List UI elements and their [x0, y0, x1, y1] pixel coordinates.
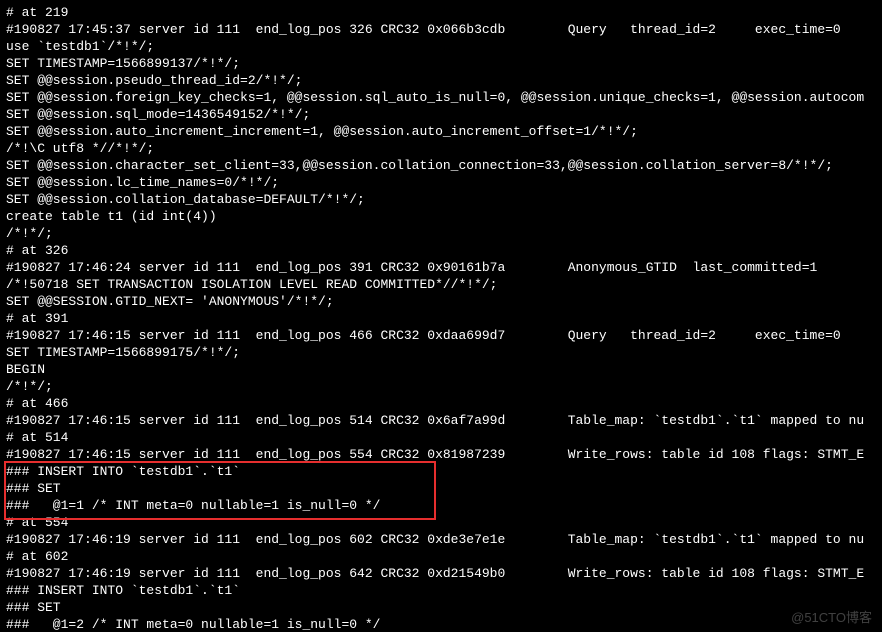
- terminal-line: #190827 17:46:15 server id 111 end_log_p…: [6, 327, 876, 344]
- terminal-line: SET TIMESTAMP=1566899137/*!*/;: [6, 55, 876, 72]
- terminal-line: /*!*/;: [6, 225, 876, 242]
- terminal-line: create table t1 (id int(4)): [6, 208, 876, 225]
- terminal-line: # at 326: [6, 242, 876, 259]
- terminal-line: #190827 17:45:37 server id 111 end_log_p…: [6, 21, 876, 38]
- terminal-line: SET @@session.auto_increment_increment=1…: [6, 123, 876, 140]
- terminal-output: # at 219#190827 17:45:37 server id 111 e…: [0, 0, 882, 632]
- terminal-line: # at 602: [6, 548, 876, 565]
- terminal-line: BEGIN: [6, 361, 876, 378]
- terminal-line: # at 219: [6, 4, 876, 21]
- terminal-line: # at 514: [6, 429, 876, 446]
- terminal-line: #190827 17:46:15 server id 111 end_log_p…: [6, 446, 876, 463]
- terminal-line: # at 466: [6, 395, 876, 412]
- terminal-line: SET @@session.pseudo_thread_id=2/*!*/;: [6, 72, 876, 89]
- terminal-line: /*!*/;: [6, 378, 876, 395]
- terminal-line: #190827 17:46:19 server id 111 end_log_p…: [6, 565, 876, 582]
- terminal-line: SET @@session.lc_time_names=0/*!*/;: [6, 174, 876, 191]
- terminal-line: SET TIMESTAMP=1566899175/*!*/;: [6, 344, 876, 361]
- terminal-line: SET @@SESSION.GTID_NEXT= 'ANONYMOUS'/*!*…: [6, 293, 876, 310]
- terminal-line: ### @1=2 /* INT meta=0 nullable=1 is_nul…: [6, 616, 876, 632]
- terminal-line: SET @@session.foreign_key_checks=1, @@se…: [6, 89, 876, 106]
- watermark: @51CTO博客: [791, 609, 872, 626]
- terminal-line: ### SET: [6, 599, 876, 616]
- terminal-line: ### INSERT INTO `testdb1`.`t1`: [6, 463, 876, 480]
- terminal-line: # at 391: [6, 310, 876, 327]
- terminal-line: use `testdb1`/*!*/;: [6, 38, 876, 55]
- terminal-line: /*!50718 SET TRANSACTION ISOLATION LEVEL…: [6, 276, 876, 293]
- terminal-line: ### @1=1 /* INT meta=0 nullable=1 is_nul…: [6, 497, 876, 514]
- terminal-line: /*!\C utf8 *//*!*/;: [6, 140, 876, 157]
- terminal-line: #190827 17:46:24 server id 111 end_log_p…: [6, 259, 876, 276]
- terminal-line: SET @@session.collation_database=DEFAULT…: [6, 191, 876, 208]
- terminal-line: SET @@session.sql_mode=1436549152/*!*/;: [6, 106, 876, 123]
- terminal-line: ### SET: [6, 480, 876, 497]
- terminal-line: ### INSERT INTO `testdb1`.`t1`: [6, 582, 876, 599]
- terminal-line: SET @@session.character_set_client=33,@@…: [6, 157, 876, 174]
- terminal-line: #190827 17:46:19 server id 111 end_log_p…: [6, 531, 876, 548]
- terminal-line: #190827 17:46:15 server id 111 end_log_p…: [6, 412, 876, 429]
- terminal-line: # at 554: [6, 514, 876, 531]
